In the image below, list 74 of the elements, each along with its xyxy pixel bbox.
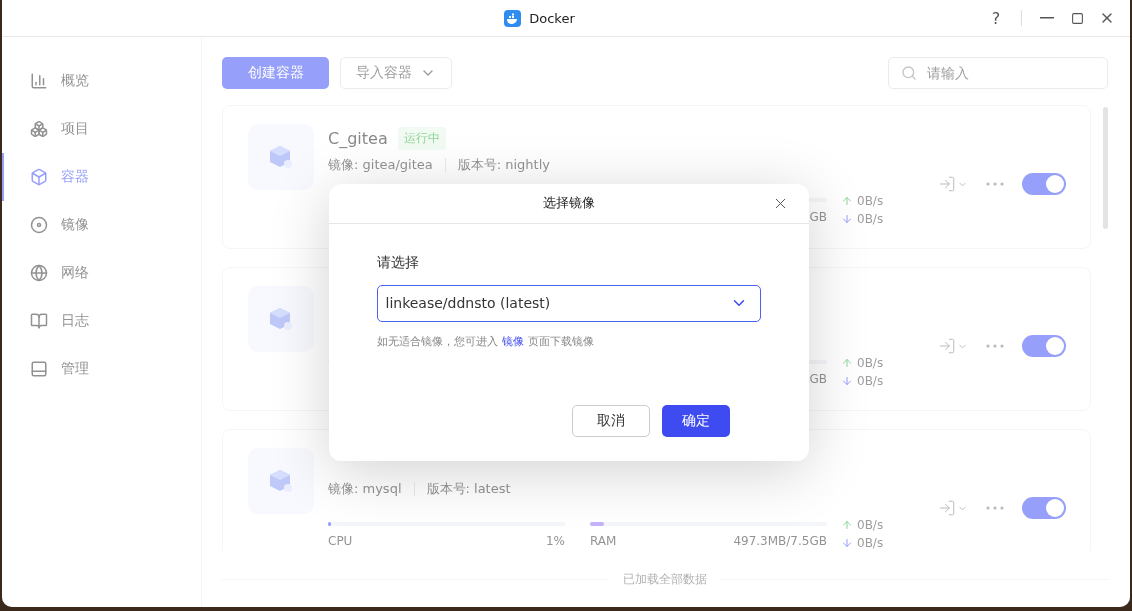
dialog-title: 选择镜像 (542, 194, 595, 212)
download-rate: 0B/s (841, 374, 924, 388)
status-tag: 运行中 (397, 126, 446, 150)
upload-rate: 0B/s (841, 356, 924, 370)
confirm-button[interactable]: 确定 (661, 404, 730, 437)
container-name: C_gitea (328, 128, 388, 148)
cube-icon (268, 306, 294, 332)
book-icon (30, 312, 48, 330)
image-text: 镜像: mysql (328, 480, 402, 498)
down-arrow-icon (841, 213, 853, 225)
up-arrow-icon (841, 357, 853, 369)
create-container-button[interactable]: 创建容器 (222, 57, 329, 89)
run-toggle[interactable] (1022, 335, 1066, 357)
scrollbar-thumb[interactable] (1103, 107, 1108, 229)
run-toggle[interactable] (1022, 173, 1066, 195)
sidebar-item[interactable]: 网络 (2, 249, 201, 297)
chart-icon (30, 72, 48, 90)
sidebar-item[interactable]: 镜像 (2, 201, 201, 249)
image-text: 镜像: gitea/gitea (328, 156, 433, 174)
cpu-label: CPU (328, 534, 353, 550)
more-button[interactable] (986, 344, 1004, 348)
disc-icon (30, 216, 48, 234)
upload-rate: 0B/s (841, 518, 924, 532)
hint-text: 如无适合镜像，您可进入 镜像 页面下载镜像 (376, 333, 595, 349)
box-icon (30, 168, 48, 186)
footer-text: 已加载全部数据 (623, 570, 707, 588)
ram-label: RAM (590, 534, 617, 550)
enter-icon (938, 337, 956, 355)
more-button[interactable] (986, 506, 1004, 510)
maximize-icon (1070, 11, 1084, 25)
image-select[interactable]: linkease/ddnsto (latest) (376, 284, 761, 322)
sidebar-item[interactable]: 容器 (2, 153, 201, 201)
sidebar-item[interactable]: 项目 (2, 105, 201, 153)
more-icon (986, 506, 1004, 510)
down-arrow-icon (841, 537, 853, 549)
import-container-button[interactable]: 导入容器 (340, 57, 452, 89)
cancel-button[interactable]: 取消 (571, 404, 650, 437)
more-button[interactable] (986, 182, 1004, 186)
enter-button[interactable] (938, 337, 968, 355)
cube-icon (268, 468, 294, 494)
more-icon (986, 344, 1004, 348)
version-text: 版本号: latest (426, 480, 511, 498)
enter-button[interactable] (938, 175, 968, 193)
down-arrow-icon (841, 375, 853, 387)
ram-value: 497.3MB/7.5GB (733, 534, 827, 550)
field-label: 请选择 (376, 253, 420, 272)
help-button[interactable]: ? (987, 9, 1005, 27)
search-icon (901, 65, 917, 81)
minimize-icon (1040, 17, 1054, 19)
window-title: Docker (529, 10, 575, 26)
ram-value: GB (809, 372, 827, 388)
whale-logo-icon (504, 9, 522, 27)
cubes-icon (30, 120, 48, 138)
panel-icon (30, 360, 48, 378)
run-toggle[interactable] (1022, 497, 1066, 519)
image-link[interactable]: 镜像 (501, 334, 524, 348)
download-rate: 0B/s (841, 212, 924, 226)
sidebar-item[interactable]: 概览 (2, 57, 201, 105)
sidebar-item[interactable]: 日志 (2, 297, 201, 345)
more-icon (986, 182, 1004, 186)
up-arrow-icon (841, 195, 853, 207)
sidebar-item[interactable]: 管理 (2, 345, 201, 393)
enter-button[interactable] (938, 499, 968, 517)
enter-icon (938, 499, 956, 517)
ram-value: GB (809, 210, 827, 226)
download-rate: 0B/s (841, 536, 924, 550)
enter-icon (938, 175, 956, 193)
upload-rate: 0B/s (841, 194, 924, 208)
cpu-value: 1% (545, 534, 565, 550)
search-field[interactable]: 请输入 (888, 57, 1108, 89)
globe-icon (30, 264, 48, 282)
cube-icon (268, 144, 294, 170)
up-arrow-icon (841, 519, 853, 531)
version-text: 版本号: nightly (457, 156, 550, 174)
